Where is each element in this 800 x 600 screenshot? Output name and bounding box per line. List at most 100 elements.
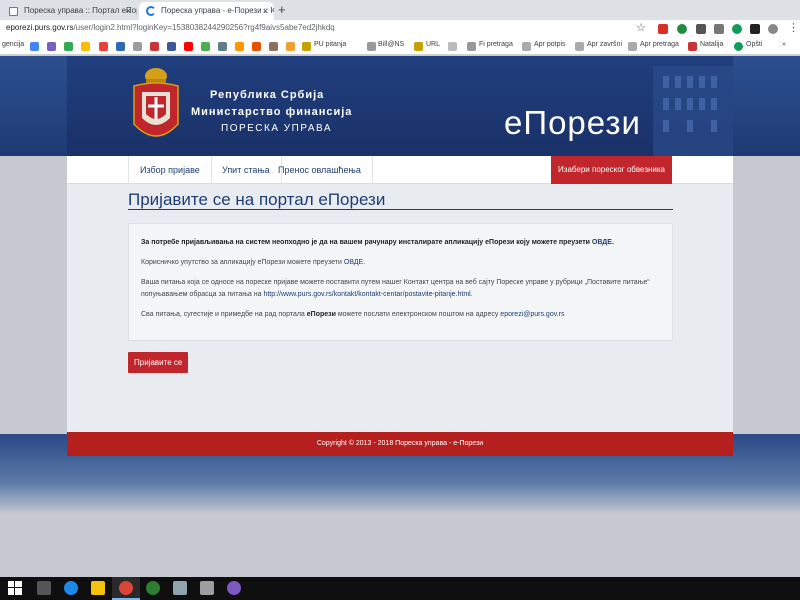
bookmark-item[interactable]: Apr potpis	[534, 41, 566, 48]
bookmarks-bar: gencija PU pitanja Bill@NS URL Fi pretra…	[0, 38, 800, 55]
youtube-icon[interactable]	[184, 42, 193, 51]
bookmark-icon[interactable]	[448, 42, 457, 51]
site-header: Република Србија Министарство финансија …	[67, 56, 733, 156]
bookmark-item[interactable]: Bill@NS	[378, 41, 404, 48]
info-text: можете послати електронском поштом на ад…	[335, 311, 501, 318]
bookmark-item[interactable]: URL	[426, 41, 440, 48]
contact-center-link[interactable]: http://www.purs.gov.rs/kontakt/kontakt-c…	[263, 291, 470, 298]
bookmark-icon[interactable]	[150, 42, 159, 51]
taskbar-app-icon[interactable]	[146, 581, 160, 595]
loading-icon	[146, 6, 156, 16]
bookmark-item[interactable]: gencija	[2, 41, 24, 48]
bookmark-icon[interactable]	[167, 42, 176, 51]
extension-icon[interactable]	[658, 24, 668, 34]
bookmark-icon[interactable]	[575, 42, 584, 51]
bookmark-icon[interactable]	[218, 42, 227, 51]
calculator-icon[interactable]	[200, 581, 214, 595]
login-button[interactable]: Пријавите се	[128, 352, 189, 373]
extension-icon[interactable]	[732, 24, 742, 34]
browser-tab[interactable]: Пореска управа :: Портал еПорези ×	[2, 2, 137, 20]
bookmark-item[interactable]: Apr završni	[587, 41, 622, 48]
bookmark-icon[interactable]	[467, 42, 476, 51]
web-page: Република Србија Министарство финансија …	[0, 56, 800, 577]
main-nav: Избор пријаве Упит стања Пренос овлашћењ…	[67, 156, 733, 184]
download-app-link[interactable]: ОВДЕ	[592, 239, 612, 246]
bookmark-item[interactable]: Apr pretraga	[640, 41, 679, 48]
url-field[interactable]: eporezi.purs.gov.rs/user/login2.html?log…	[6, 23, 335, 32]
folder-icon[interactable]	[302, 42, 311, 51]
nav-item-transfer-authority[interactable]: Пренос овлашћења	[267, 156, 373, 184]
bookmark-icon[interactable]	[522, 42, 531, 51]
bookmark-icon[interactable]	[269, 42, 278, 51]
select-taxpayer-button[interactable]: Изабери пореског обвезника	[551, 156, 672, 184]
close-tab-icon[interactable]: ×	[126, 2, 131, 20]
bookmark-icon[interactable]	[47, 42, 56, 51]
info-text: Сва питања, сугестије и примедбе на рад …	[141, 311, 307, 318]
header-country: Република Србија	[210, 89, 325, 101]
browser-tab-bar: Пореска управа :: Портал еПорези × Порес…	[0, 0, 800, 20]
page-container: Република Србија Министарство финансија …	[67, 56, 733, 456]
address-bar[interactable]: eporezi.purs.gov.rs/user/login2.html?log…	[0, 20, 800, 38]
info-paragraph: За потребе пријављивања на систем неопхо…	[141, 239, 614, 246]
bookmark-item[interactable]: Opšti	[746, 41, 762, 48]
page-icon	[9, 7, 18, 16]
browser-tab-active[interactable]: Пореска управа - е-Порези :: Ка ×	[139, 2, 274, 20]
email-link[interactable]: eporezi@purs.gov.rs	[500, 311, 564, 318]
bookmark-icon[interactable]	[286, 42, 295, 51]
gmail-icon[interactable]	[99, 42, 108, 51]
viber-icon[interactable]	[227, 581, 241, 595]
taskbar-app-icon[interactable]	[37, 581, 51, 595]
taskbar	[0, 577, 800, 600]
taskbar-app-icon[interactable]	[173, 581, 187, 595]
bookmark-icon[interactable]	[367, 42, 376, 51]
extension-icon[interactable]	[768, 24, 778, 34]
bookmark-icon[interactable]	[30, 42, 39, 51]
menu-icon[interactable]: ⋮	[788, 21, 799, 34]
bookmark-item[interactable]: Natalija	[700, 41, 723, 48]
info-paragraph: Ваша питања која се односе на пореске пр…	[141, 279, 650, 298]
nav-item-select-return[interactable]: Избор пријаве	[128, 156, 212, 184]
bookmark-icon[interactable]	[64, 42, 73, 51]
new-tab-button[interactable]: +	[278, 1, 286, 19]
bookmarks-overflow-icon[interactable]: »	[782, 41, 786, 48]
info-box: За потребе пријављивања на систем неопхо…	[128, 223, 673, 341]
bookmark-icon[interactable]	[734, 42, 743, 51]
url-path: /user/login2.html?loginKey=1538038244290…	[73, 23, 335, 32]
bookmark-icon[interactable]	[201, 42, 210, 51]
bookmark-icon[interactable]	[235, 42, 244, 51]
header-department: ПОРЕСКА УПРАВА	[221, 123, 333, 134]
extension-icon[interactable]	[677, 24, 687, 34]
site-footer: Copyright © 2013 - 2018 Пореска управа -…	[67, 432, 733, 456]
brand-logo: еПорези	[504, 104, 641, 141]
bookmark-icon[interactable]	[688, 42, 697, 51]
portal-name: еПорези	[306, 311, 336, 318]
url-host: eporezi.purs.gov.rs	[6, 23, 74, 32]
bookmark-icon[interactable]	[81, 42, 90, 51]
info-text: Корисничко упутство за апликацију еПорез…	[141, 259, 344, 266]
chrome-icon[interactable]	[119, 581, 133, 595]
download-manual-link[interactable]: ОВДЕ	[344, 259, 363, 266]
edge-icon[interactable]	[64, 581, 78, 595]
bookmark-icon[interactable]	[116, 42, 125, 51]
tab-title: Пореска управа - е-Порези :: Ка	[161, 6, 274, 15]
file-explorer-icon[interactable]	[91, 581, 105, 595]
tab-title: Пореска управа :: Портал еПорези	[24, 6, 137, 15]
bookmark-star-icon[interactable]: ☆	[636, 21, 646, 34]
bookmark-icon[interactable]	[133, 42, 142, 51]
bookmark-item[interactable]: Fi pretraga	[479, 41, 513, 48]
info-paragraph: Сва питања, сугестије и примедбе на рад …	[141, 309, 660, 321]
title-divider	[128, 209, 673, 210]
bookmark-item[interactable]: PU pitanja	[314, 41, 346, 48]
page-title: Пријавите се на портал еПорези	[128, 190, 386, 209]
bookmark-icon[interactable]	[628, 42, 637, 51]
amazon-icon[interactable]	[252, 42, 261, 51]
windows-start-icon[interactable]	[8, 581, 22, 595]
info-text: За потребе пријављивања на систем неопхо…	[141, 239, 592, 246]
folder-icon[interactable]	[414, 42, 423, 51]
header-ministry: Министарство финансија	[191, 106, 353, 118]
extension-icon[interactable]	[714, 24, 724, 34]
close-tab-icon[interactable]: ×	[263, 2, 268, 20]
info-paragraph: Корисничко упутство за апликацију еПорез…	[141, 259, 366, 266]
extension-icon[interactable]	[750, 24, 760, 34]
extension-icon[interactable]	[696, 24, 706, 34]
